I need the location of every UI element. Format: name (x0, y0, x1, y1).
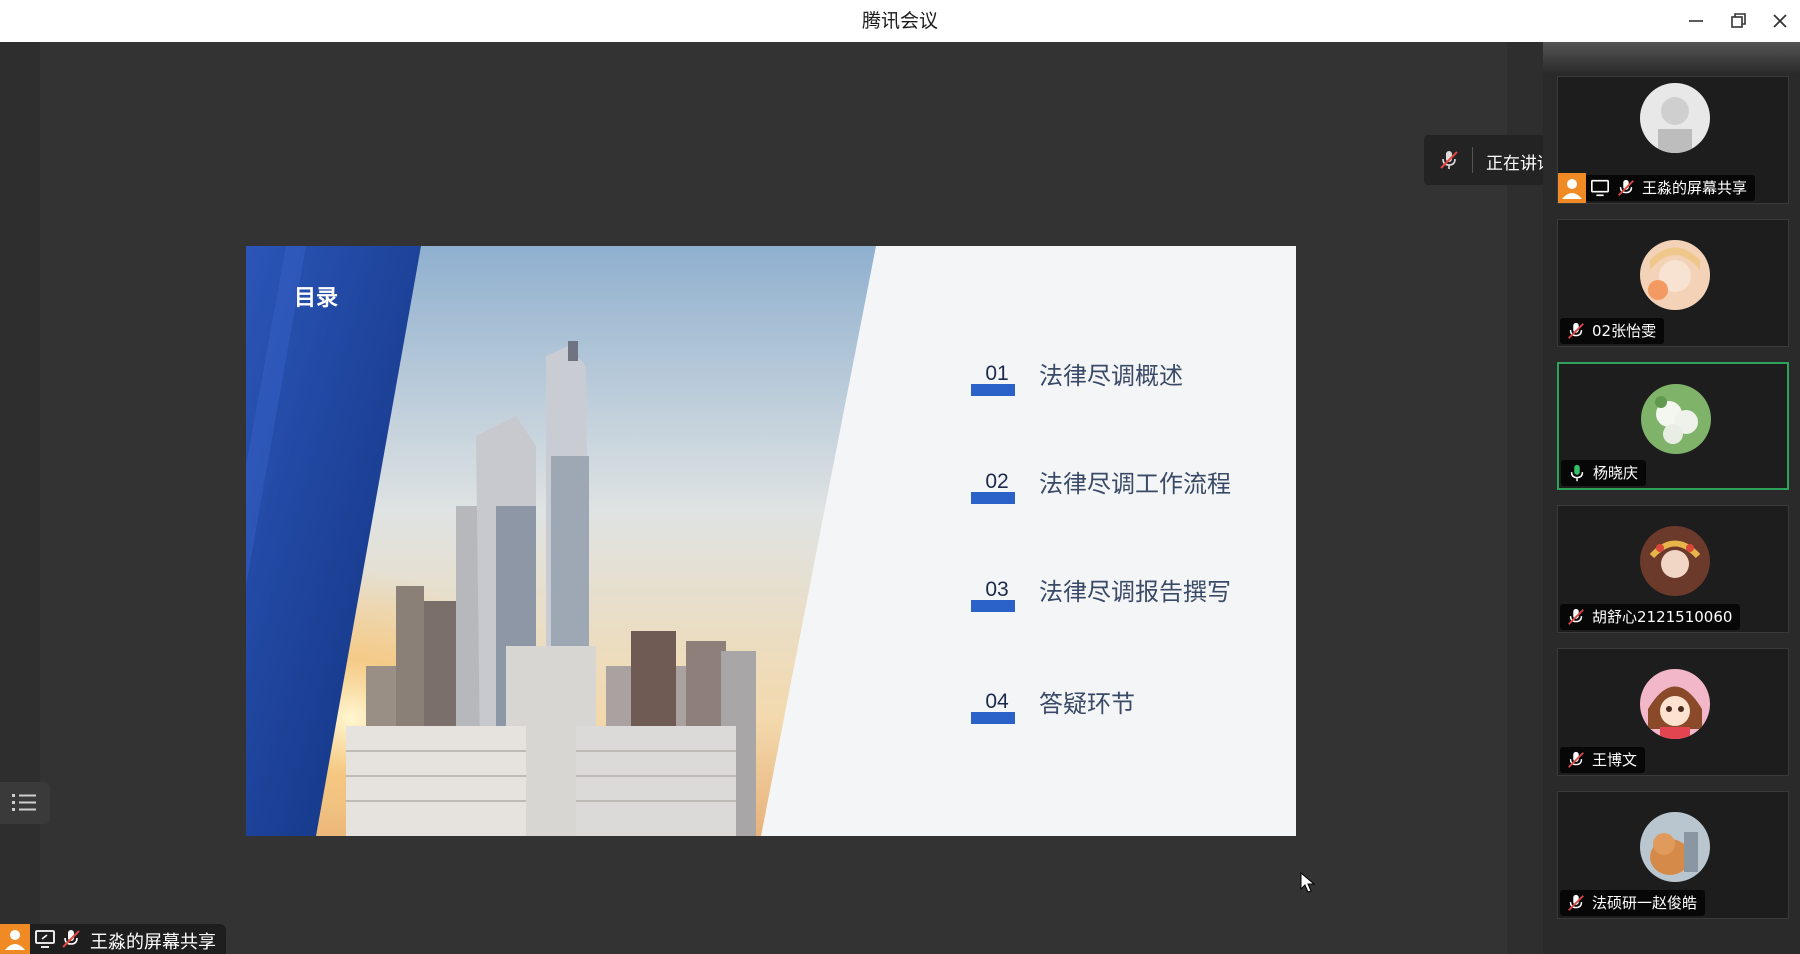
mouse-cursor-icon (1300, 872, 1316, 893)
mic-active-icon (1570, 464, 1584, 482)
toc-label: 法律尽调工作流程 (1039, 470, 1231, 498)
window-title: 腾讯会议 (861, 10, 938, 32)
toc-number: 02 (985, 470, 1009, 493)
participant-name: 杨晓庆 (1593, 464, 1639, 482)
toc-label: 法律尽调概述 (1039, 362, 1183, 390)
user-icon (1558, 173, 1586, 203)
avatar (1640, 669, 1710, 739)
panel-header (1543, 42, 1800, 74)
toc-number: 03 (985, 578, 1009, 601)
participant-tile[interactable]: 法硕研一赵俊皓 (1557, 791, 1789, 919)
mic-muted-icon (1568, 751, 1584, 768)
avatar (1641, 384, 1711, 454)
toc-number: 01 (985, 362, 1009, 385)
participant-nametag: 法硕研一赵俊皓 (1560, 890, 1706, 916)
toc-number: 04 (985, 690, 1009, 713)
shared-screen-stage: 目录 01 法律尽调概述 02 法律尽调工作流程 03 法律尽调报告撰写 04 … (0, 42, 1765, 954)
participant-name: 王博文 (1592, 751, 1638, 769)
participant-nametag: 王博文 (1560, 747, 1646, 773)
toc-label: 法律尽调报告撰写 (1039, 578, 1231, 606)
screen-share-tag: 王淼的屏幕共享 (0, 924, 226, 954)
participant-tile[interactable]: 王淼的屏幕共享 (1557, 76, 1789, 204)
participant-nametag: 王淼的屏幕共享 (1558, 173, 1756, 203)
participant-name: 法硕研一赵俊皓 (1592, 894, 1698, 912)
participant-name: 胡舒心2121510060 (1592, 608, 1733, 626)
participant-tile[interactable]: 02张怡雯 (1557, 219, 1789, 347)
mic-muted-icon (1618, 179, 1634, 196)
avatar (1640, 526, 1710, 596)
mic-muted-icon (1568, 322, 1584, 339)
participant-nametag: 杨晓庆 (1561, 460, 1647, 486)
participant-name: 王淼的屏幕共享 (1642, 179, 1748, 197)
share-tag-label: 王淼的屏幕共享 (90, 932, 216, 953)
mic-muted-icon (1568, 894, 1584, 911)
participant-tile-active[interactable]: 杨晓庆 (1557, 362, 1789, 490)
avatar (1640, 240, 1710, 310)
toc-item-4: 04 答疑环节 (971, 684, 1291, 744)
screen-share-icon (1591, 179, 1609, 197)
user-icon (0, 924, 30, 954)
list-icon (12, 794, 36, 811)
mic-muted-icon (1568, 608, 1584, 625)
avatar (1640, 812, 1710, 882)
participant-name: 02张怡雯 (1592, 322, 1657, 340)
presentation-slide: 目录 01 法律尽调概述 02 法律尽调工作流程 03 法律尽调报告撰写 04 … (246, 246, 1296, 836)
title-bar: 腾讯会议 (0, 0, 1800, 43)
participant-tile[interactable]: 胡舒心2121510060 (1557, 505, 1789, 633)
restore-icon (1731, 13, 1746, 28)
toc-label: 答疑环节 (1039, 690, 1135, 718)
close-button[interactable] (1766, 8, 1794, 34)
participant-nametag: 02张怡雯 (1560, 318, 1665, 344)
slide-title: 目录 (294, 285, 339, 310)
mic-muted-icon (62, 930, 80, 948)
close-icon (1773, 14, 1787, 28)
minimize-icon (1689, 20, 1703, 22)
divider (1472, 147, 1473, 173)
slide-artwork (246, 246, 876, 836)
toc-item-3: 03 法律尽调报告撰写 (971, 572, 1291, 632)
minimize-button[interactable] (1682, 8, 1710, 34)
toc-item-1: 01 法律尽调概述 (971, 356, 1291, 416)
participant-panel: 王淼的屏幕共享 02张怡雯 杨晓庆 胡舒心2121510060 王博文 法硕研一… (1543, 42, 1800, 954)
participant-tile[interactable]: 王博文 (1557, 648, 1789, 776)
screen-share-icon (35, 930, 55, 948)
mic-muted-icon (1440, 151, 1458, 169)
restore-button[interactable] (1724, 8, 1752, 34)
avatar (1640, 83, 1710, 153)
participant-nametag: 胡舒心2121510060 (1560, 604, 1741, 630)
toc-item-2: 02 法律尽调工作流程 (971, 464, 1291, 524)
outline-toggle-button[interactable] (0, 782, 50, 824)
